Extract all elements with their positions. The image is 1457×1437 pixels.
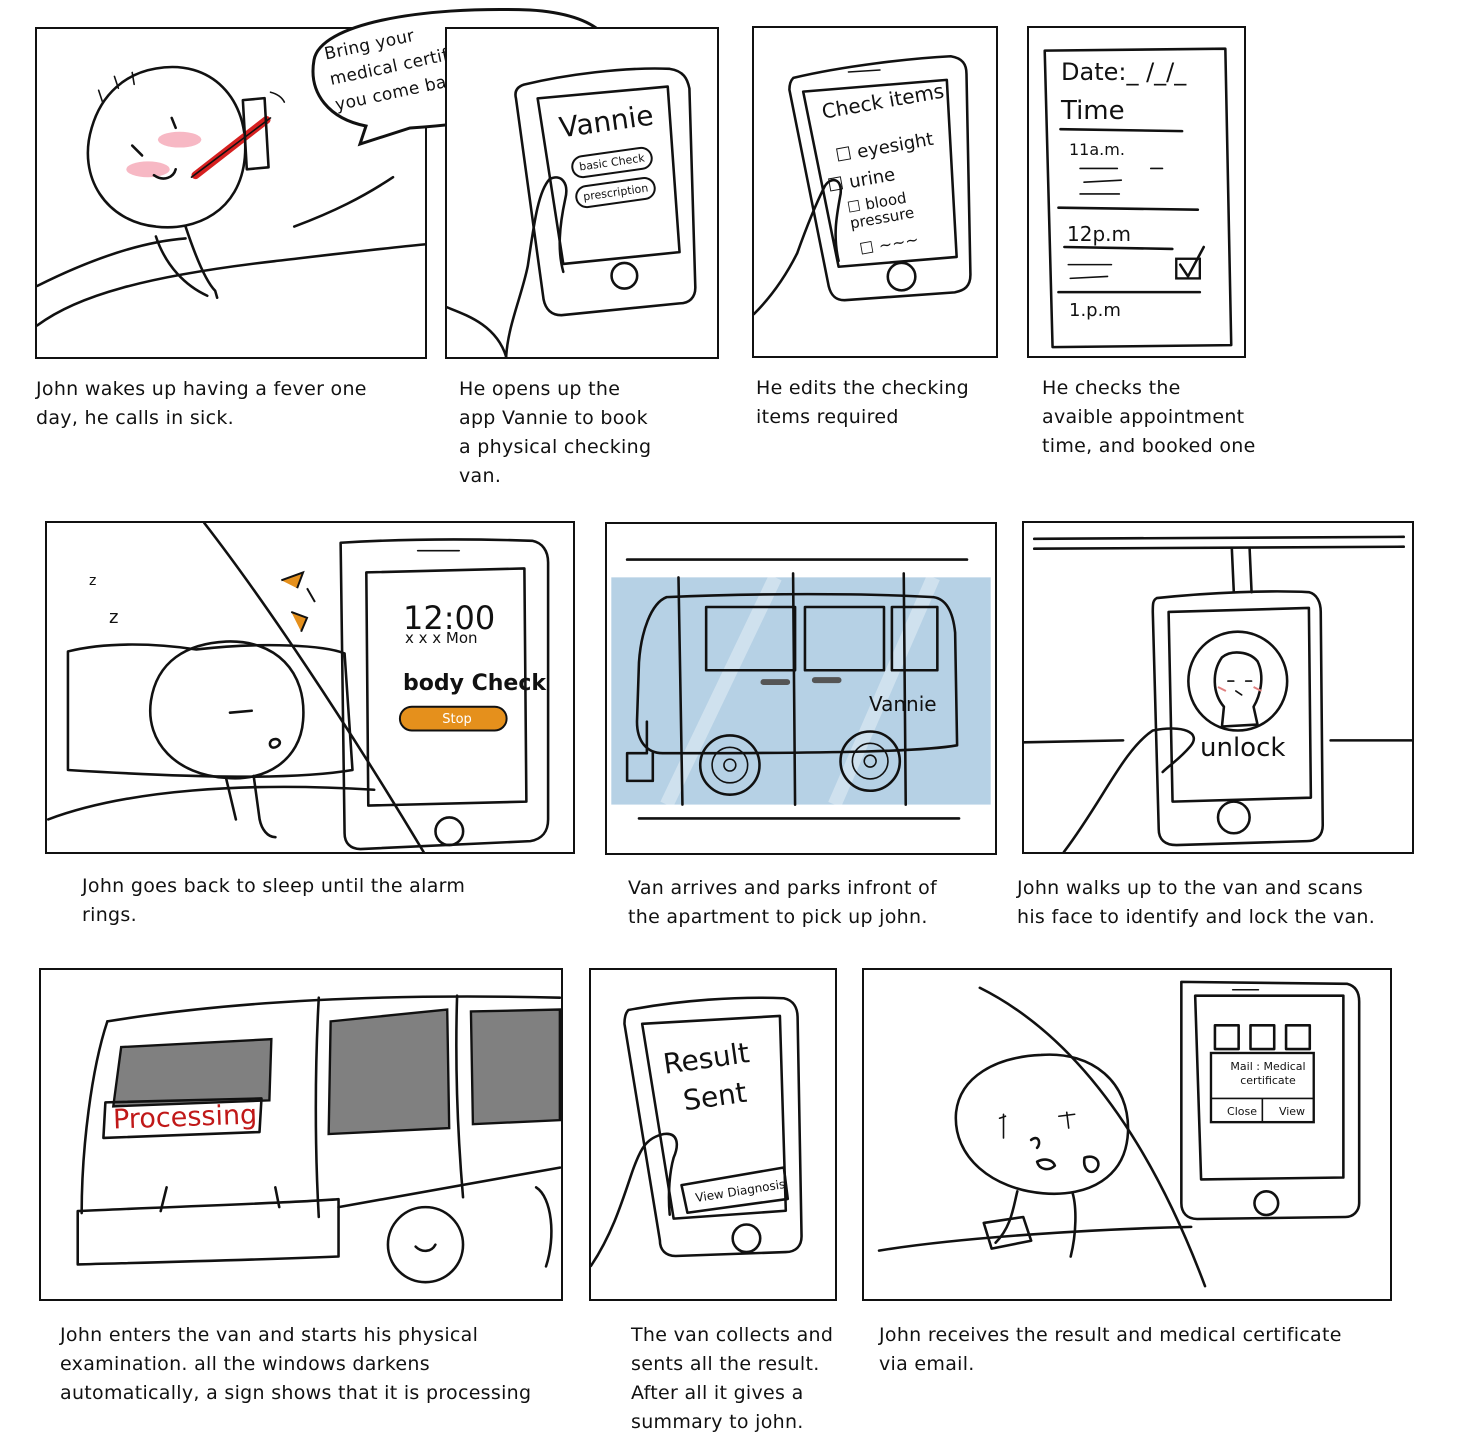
alarm-day: x x x Mon <box>405 629 478 647</box>
blush-mark <box>157 131 202 148</box>
darkened-window-1 <box>111 1037 273 1108</box>
panel-8-processing: Processing <box>39 968 563 1301</box>
notification-text: Mail : Medical certificate <box>1230 1060 1306 1087</box>
unlock-text[interactable]: unlock <box>1200 733 1285 763</box>
panel-3-drawing <box>754 54 972 316</box>
caption-panel-10: John receives the result and medical cer… <box>879 1324 1342 1375</box>
panel-10-drawing <box>877 980 1361 1288</box>
panel-7-face-unlock: unlock <box>1022 521 1414 854</box>
panel-9-drawing <box>591 996 803 1268</box>
sleep-z-1: z <box>89 573 97 589</box>
window-glass <box>611 577 991 805</box>
slot-1pm[interactable]: 1.p.m <box>1069 300 1121 321</box>
sleep-z-2: z <box>109 607 119 628</box>
panel-3-check-items: Check items ☐ eyesight ☐ urine ☐ blood p… <box>752 26 998 358</box>
caption-panel-6: Van arrives and parks infront of the apa… <box>628 877 938 928</box>
caption-panel-7: John walks up to the van and scans his f… <box>1017 877 1376 928</box>
processing-sign: Processing <box>112 1099 258 1136</box>
panel-5-alarm: z z 12:00 x x x Mon body Check Stop <box>45 521 575 854</box>
caption-panel-9: The van collects and sents all the resul… <box>631 1324 834 1433</box>
panel-7-drawing <box>1024 535 1412 852</box>
caption-panel-3: He edits the checking items required <box>756 377 969 428</box>
caption-panel-2: He opens up the app Vannie to book a phy… <box>459 378 652 487</box>
caption-panel-8: John enters the van and starts his physi… <box>60 1324 532 1404</box>
van-brand-label: Vannie <box>869 692 937 716</box>
caption-panel-4: He checks the avaible appointment time, … <box>1042 377 1256 457</box>
date-label: Date:_ /_/_ <box>1061 58 1187 86</box>
alarm-stop-button[interactable]: Stop <box>403 712 511 727</box>
face-scan-frame <box>1187 630 1289 732</box>
panel-4-appointment: Date:_ /_/_ Time 11a.m. 12p.m 1.p.m <box>1027 26 1246 358</box>
darkened-window-2 <box>327 1008 451 1136</box>
panel-6-drawing <box>611 558 991 820</box>
panel-9-result-sent: Result Sent View Diagnosis <box>589 968 837 1301</box>
slot-12pm[interactable]: 12p.m <box>1067 222 1131 246</box>
time-label: Time <box>1061 96 1125 126</box>
alarm-label: body Check <box>403 671 547 696</box>
panel-2-open-app: Vannie basic Check prescription <box>445 27 719 359</box>
panel-6-van-arrives: Vannie <box>605 522 997 855</box>
slot-11am[interactable]: 11a.m. <box>1069 140 1125 159</box>
caption-panel-5: John goes back to sleep until the alarm … <box>82 875 466 926</box>
panel-10-receive-email: Mail : Medical certificate Close View <box>862 968 1392 1301</box>
caption-panel-1: John wakes up having a fever one day, he… <box>36 378 367 429</box>
notification-view-button[interactable]: View <box>1270 1105 1314 1118</box>
notification-close-button[interactable]: Close <box>1220 1105 1264 1118</box>
darkened-window-3 <box>469 1008 561 1126</box>
